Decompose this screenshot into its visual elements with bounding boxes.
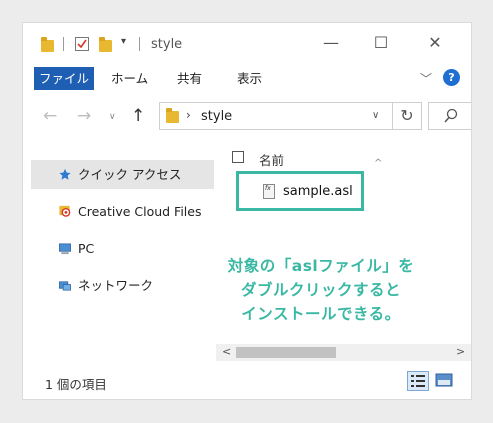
properties-icon[interactable]: [75, 37, 89, 51]
breadcrumb-chevron-icon[interactable]: ›: [186, 108, 191, 122]
recent-locations-chevron-icon[interactable]: ∨: [109, 112, 116, 122]
tab-home[interactable]: ホーム: [111, 67, 148, 90]
annotation-text: 対象の「aslファイル」を ダブルクリックすると インストールできる。: [201, 254, 441, 326]
horizontal-scrollbar[interactable]: < >: [216, 344, 471, 361]
nav-item-pc[interactable]: PC: [31, 234, 214, 263]
title-separator: [139, 37, 140, 51]
new-folder-icon[interactable]: [99, 37, 112, 52]
nav-item-quick-access[interactable]: クイック アクセス: [31, 160, 214, 189]
tab-file[interactable]: ファイル: [34, 67, 94, 90]
back-arrow-icon[interactable]: ←: [43, 106, 57, 126]
maximize-button[interactable]: ☐: [369, 33, 393, 53]
nav-item-network[interactable]: ネットワーク: [31, 271, 214, 300]
up-arrow-icon[interactable]: ↑: [131, 106, 145, 126]
ribbon-expand-chevron-icon[interactable]: ﹀: [420, 70, 432, 87]
details-view-button[interactable]: [407, 371, 429, 391]
column-header-name[interactable]: 名前: [259, 150, 284, 169]
help-icon[interactable]: ?: [443, 69, 460, 86]
annotation-line: ダブルクリックすると: [240, 281, 401, 299]
scrollbar-thumb[interactable]: [236, 347, 336, 358]
close-button[interactable]: ✕: [423, 33, 447, 53]
network-icon: [59, 281, 71, 291]
scroll-left-arrow-icon[interactable]: <: [222, 345, 231, 358]
annotation-line: インストールできる。: [241, 305, 401, 323]
creative-cloud-folder-icon: [59, 205, 71, 217]
address-bar[interactable]: › style ∨: [159, 102, 393, 130]
minimize-button[interactable]: —: [319, 33, 343, 53]
nav-item-label: クイック アクセス: [78, 167, 182, 182]
nav-item-label: ネットワーク: [78, 278, 154, 293]
forward-arrow-icon[interactable]: →: [77, 106, 91, 126]
star-icon: [59, 168, 71, 180]
refresh-button[interactable]: ↻: [392, 102, 422, 130]
address-dropdown-icon[interactable]: ∨: [372, 110, 379, 121]
large-icons-view-icon: [435, 373, 453, 387]
file-item-sample-asl[interactable]: fx sample.asl: [236, 171, 364, 211]
address-path: style: [201, 109, 233, 124]
tab-view[interactable]: 表示: [237, 67, 262, 90]
file-icon-text: fx: [265, 185, 271, 192]
annotation-line: 対象の「aslファイル」を: [227, 257, 415, 275]
scroll-right-arrow-icon[interactable]: >: [456, 345, 465, 358]
sort-indicator-icon: ^: [374, 158, 383, 169]
nav-item-label: PC: [78, 241, 95, 256]
ribbon-tabs: ファイル ホーム 共有 表示 ﹀ ?: [23, 63, 471, 90]
status-bar: 1 個の項目: [23, 369, 471, 399]
details-view-icon: [411, 375, 425, 387]
title-separator: [63, 37, 64, 51]
large-icons-view-button[interactable]: [434, 371, 456, 391]
folder-icon: [41, 37, 54, 52]
search-icon: [444, 108, 458, 123]
window-title: style: [151, 37, 183, 52]
explorer-window: ▾ style — ☐ ✕ ファイル ホーム 共有 表示 ﹀ ? ← → ∨ ↑…: [22, 22, 472, 400]
nav-item-creative-cloud-files[interactable]: Creative Cloud Files: [31, 197, 214, 226]
quick-access-dropdown-icon[interactable]: ▾: [121, 36, 126, 47]
nav-item-label: Creative Cloud Files: [78, 204, 202, 219]
asl-file-icon: fx: [263, 184, 275, 199]
navigation-pane: クイック アクセス Creative Cloud Files PC ネットワーク: [23, 136, 216, 379]
title-bar: ▾ style — ☐ ✕: [23, 23, 471, 63]
file-name: sample.asl: [283, 184, 353, 199]
computer-icon: [59, 243, 71, 255]
select-all-checkbox[interactable]: [232, 151, 244, 163]
item-count: 1 個の項目: [45, 377, 107, 392]
address-row: ← → ∨ ↑ › style ∨ ↻: [23, 98, 471, 136]
file-list: ^ 名前 fx sample.asl 対象の「aslファイル」を ダブルクリック…: [216, 136, 471, 356]
tab-share[interactable]: 共有: [177, 67, 202, 90]
folder-icon: [166, 108, 179, 123]
search-input[interactable]: [428, 102, 471, 130]
